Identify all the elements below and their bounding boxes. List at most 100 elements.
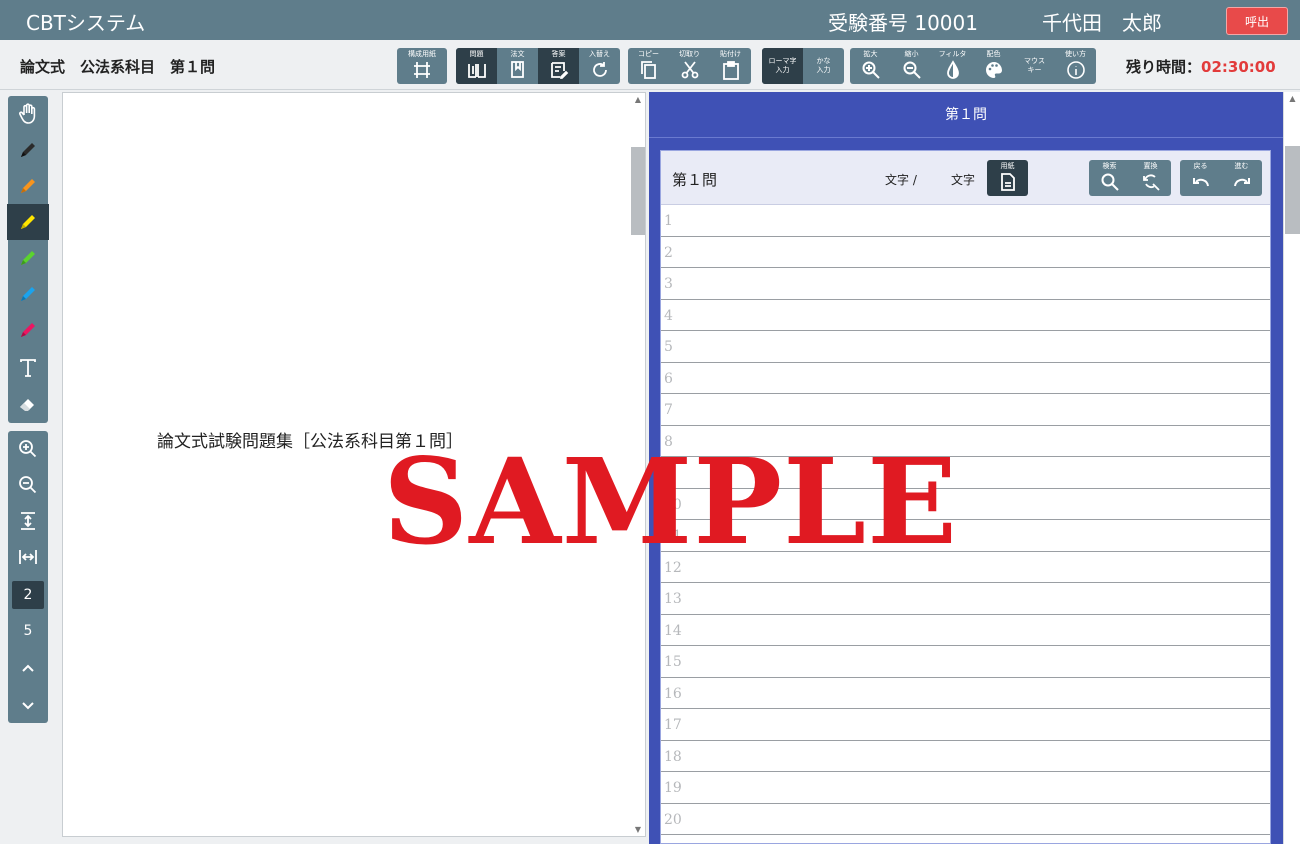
answer-label: 答案 (551, 50, 566, 58)
romaji-input-label-2: 入力 (775, 66, 790, 74)
paper-button[interactable]: 用紙 (987, 160, 1028, 196)
marker-tool-blue[interactable] (8, 276, 48, 312)
marker-pink-icon (21, 323, 35, 337)
clipboard-group: コピー 切取り 貼付け (628, 48, 751, 84)
redo-label: 進む (1234, 162, 1249, 170)
scroll-down-arrow[interactable]: ▼ (631, 825, 645, 834)
undo-button[interactable]: 戻る (1180, 160, 1221, 196)
answer-line[interactable]: 1 (661, 205, 1270, 237)
open-book-icon (467, 64, 486, 78)
fit-width-icon (19, 550, 37, 564)
pen-tool-black[interactable] (8, 132, 48, 168)
zoom-out-label: 縮小 (904, 50, 919, 58)
grid-frame-icon (414, 62, 430, 78)
line-number: 20 (664, 811, 682, 828)
search-button[interactable]: 検索 (1089, 160, 1130, 196)
answer-scrollbar-thumb[interactable] (1285, 146, 1300, 234)
current-page: 2 (12, 581, 44, 609)
paste-label: 貼付け (720, 50, 741, 58)
marker-orange-icon (21, 179, 35, 193)
page-zoom-out-button[interactable] (8, 467, 48, 503)
answer-line[interactable]: 14 (661, 615, 1270, 646)
romaji-input-button[interactable]: ローマ字 入力 (762, 48, 803, 84)
line-number: 2 (664, 244, 673, 261)
answer-line[interactable]: 17 (661, 709, 1270, 741)
statutes-button[interactable]: 法文 (497, 48, 538, 84)
paste-button[interactable]: 貼付け (710, 48, 751, 84)
answer-line[interactable]: 15 (661, 646, 1270, 678)
marker-tool-yellow[interactable] (7, 204, 49, 240)
answer-line[interactable]: 16 (661, 678, 1270, 709)
page-down-button[interactable] (8, 687, 48, 723)
hand-tool[interactable] (8, 96, 48, 132)
help-button[interactable]: 使い方 (1055, 48, 1096, 84)
kana-input-label-1: かな (816, 57, 831, 65)
marker-tool-green[interactable] (8, 240, 48, 276)
eraser-tool[interactable] (8, 386, 48, 422)
document-icon (1000, 173, 1015, 191)
line-number: 17 (664, 717, 682, 733)
text-tool[interactable] (8, 350, 48, 386)
mouse-key-label-2: キー (1027, 66, 1042, 74)
zoom-out-button[interactable]: 縮小 (891, 48, 932, 84)
replace-button[interactable]: 置換 (1130, 160, 1171, 196)
answer-scrollbar[interactable]: ▲ (1283, 92, 1300, 844)
zoom-in-button[interactable]: 拡大 (850, 48, 891, 84)
answer-line[interactable]: 18 (661, 741, 1270, 772)
color-scheme-button[interactable]: 配色 (973, 48, 1014, 84)
undo-icon (1192, 178, 1209, 187)
copy-button[interactable]: コピー (628, 48, 669, 84)
filter-button[interactable]: フィルタ (932, 48, 973, 84)
refresh-icon (592, 62, 607, 77)
marker-tool-pink[interactable] (8, 312, 48, 348)
color-scheme-label: 配色 (986, 50, 1001, 58)
answer-button[interactable]: 答案 (538, 48, 579, 84)
redo-button[interactable]: 進む (1221, 160, 1262, 196)
line-number: 15 (664, 654, 682, 670)
page-up-button[interactable] (8, 651, 48, 687)
drawing-tools (7, 96, 49, 423)
clipboard-icon (722, 61, 739, 80)
fit-width-button[interactable] (8, 539, 48, 575)
marker-tool-orange[interactable] (8, 168, 48, 204)
line-number: 5 (664, 339, 673, 355)
answer-line[interactable]: 19 (661, 772, 1270, 804)
palette-icon (985, 62, 1002, 78)
page-zoom-in-button[interactable] (8, 431, 48, 467)
kana-input-button[interactable]: かな 入力 (803, 48, 844, 84)
answer-sheet-header: 第１問 文字 / 文字 用紙 検索 置換 戻る 進む (661, 151, 1270, 205)
answer-line[interactable]: 20 (661, 804, 1270, 835)
line-number: 18 (664, 748, 682, 765)
line-number: 14 (664, 622, 682, 639)
line-number: 16 (664, 685, 682, 702)
history-group: 戻る 進む (1180, 160, 1262, 196)
answer-line[interactable]: 2 (661, 237, 1270, 268)
answer-line[interactable]: 3 (661, 268, 1270, 300)
scroll-up-arrow[interactable]: ▲ (631, 95, 645, 104)
zoom-in-icon (19, 440, 37, 458)
zoom-in-icon (862, 61, 880, 79)
mouse-key-button[interactable]: マウス キー (1014, 48, 1055, 84)
chevron-down-icon (22, 702, 34, 710)
answer-line[interactable]: 6 (661, 363, 1270, 394)
info-icon (1066, 61, 1085, 79)
answer-line[interactable]: 5 (661, 331, 1270, 363)
answer-line[interactable]: 7 (661, 394, 1270, 426)
toolbar-row: 論文式 公法系科目 第１問 構成用紙 問題 法文 答案 入替え コピー 切取り … (0, 40, 1300, 90)
search-label: 検索 (1102, 162, 1117, 170)
answer-scroll-up-arrow[interactable]: ▲ (1284, 94, 1300, 103)
chevron-up-icon (22, 664, 34, 672)
cut-button[interactable]: 切取り (669, 48, 710, 84)
filter-label: フィルタ (938, 50, 967, 58)
candidate-name: 千代田 太郎 (1042, 11, 1162, 35)
answer-line[interactable]: 4 (661, 300, 1270, 331)
fit-height-button[interactable] (8, 503, 48, 539)
zoom-in-label: 拡大 (863, 50, 878, 58)
problem-button[interactable]: 問題 (456, 48, 497, 84)
scrollbar-thumb[interactable] (631, 147, 645, 235)
call-button[interactable]: 呼出 (1226, 7, 1288, 35)
layout-paper-button[interactable]: 構成用紙 (397, 48, 447, 84)
swap-button[interactable]: 入替え (579, 48, 620, 84)
answer-line[interactable]: 13 (661, 583, 1270, 615)
redo-icon (1233, 178, 1250, 187)
